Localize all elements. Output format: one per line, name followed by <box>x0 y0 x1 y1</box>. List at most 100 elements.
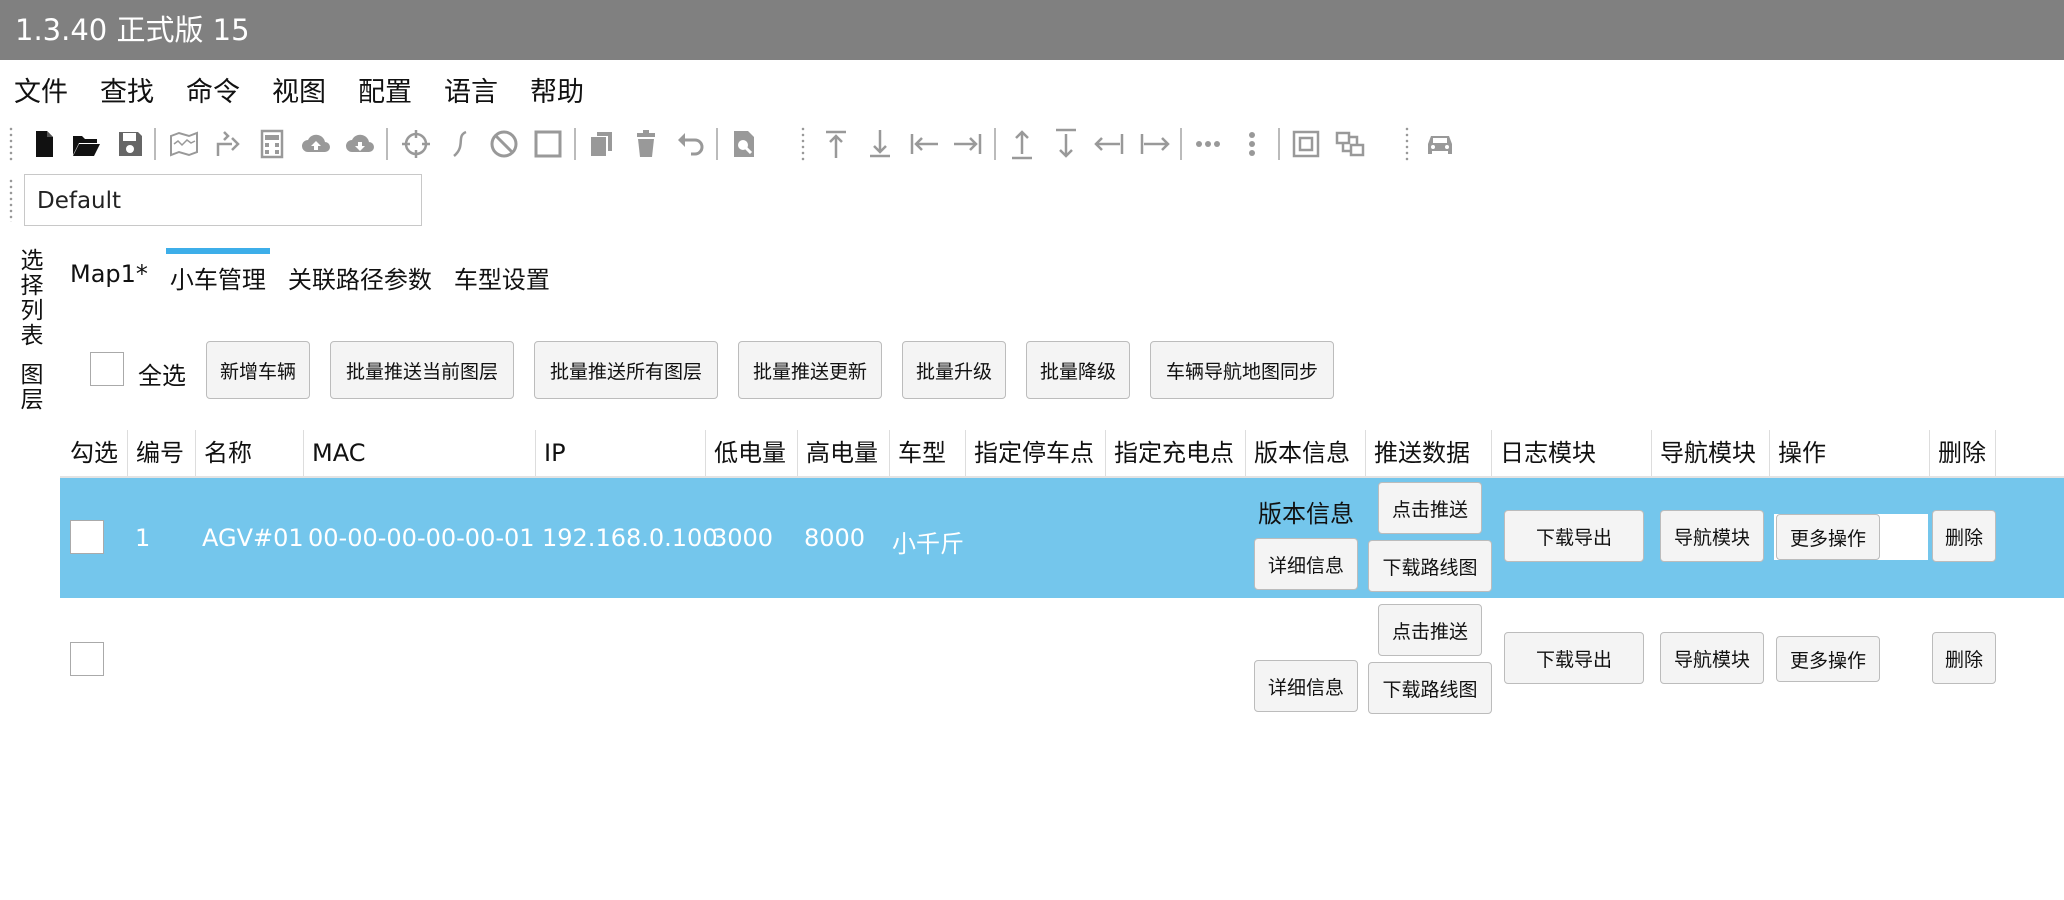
menu-file[interactable]: 文件 <box>14 70 68 109</box>
menu-find[interactable]: 查找 <box>100 70 154 109</box>
row-name: AGV#01 <box>202 524 304 552</box>
delete-row-button[interactable]: 删除 <box>1932 510 1996 562</box>
column-header-high-battery[interactable]: 高电量 <box>798 430 890 476</box>
menu-help[interactable]: 帮助 <box>530 70 584 109</box>
toolbar-separator <box>1278 128 1280 160</box>
batch-push-all-layers-button[interactable]: 批量推送所有图层 <box>534 341 718 399</box>
distribute-left-icon[interactable] <box>1092 122 1128 166</box>
nav-module-button[interactable]: 导航模块 <box>1660 632 1764 684</box>
menu-language[interactable]: 语言 <box>444 70 498 109</box>
save-icon[interactable] <box>112 122 148 166</box>
column-header-mac[interactable]: MAC <box>304 430 536 476</box>
column-header-vehicle-type[interactable]: 车型 <box>890 430 966 476</box>
row-checkbox[interactable] <box>70 642 104 676</box>
select-all-label: 全选 <box>138 362 186 390</box>
column-header-delete[interactable]: 删除 <box>1930 430 1996 476</box>
tab-map1[interactable]: Map1* <box>70 248 148 298</box>
export-log-button[interactable]: 下载导出 <box>1504 510 1644 562</box>
square-icon[interactable] <box>530 122 566 166</box>
more-horizontal-icon[interactable] <box>1190 122 1226 166</box>
side-tab-layers[interactable]: 图层 <box>12 362 46 412</box>
batch-upgrade-button[interactable]: 批量升级 <box>902 341 1006 399</box>
forbidden-icon[interactable] <box>486 122 522 166</box>
export-log-button[interactable]: 下载导出 <box>1504 632 1644 684</box>
push-button[interactable]: 点击推送 <box>1378 604 1482 656</box>
toolbar-grip[interactable] <box>800 126 806 162</box>
undo-icon[interactable] <box>672 122 708 166</box>
copy-icon[interactable] <box>584 122 620 166</box>
column-header-version[interactable]: 版本信息 <box>1246 430 1366 476</box>
main-toolbar <box>0 122 1480 166</box>
distribute-up-icon[interactable] <box>1004 122 1040 166</box>
column-header-id[interactable]: 编号 <box>128 430 196 476</box>
side-tab-select-list[interactable]: 选择列表 <box>12 248 46 348</box>
column-header-actions[interactable]: 操作 <box>1770 430 1930 476</box>
cloud-download-icon[interactable] <box>342 122 378 166</box>
menu-command[interactable]: 命令 <box>186 70 240 109</box>
window-title-bar: 1.3.40 正式版 15 <box>0 0 2064 60</box>
fit-view-icon[interactable] <box>1288 122 1324 166</box>
distribute-down-icon[interactable] <box>1048 122 1084 166</box>
group-icon[interactable] <box>1332 122 1368 166</box>
download-route-button[interactable]: 下载路线图 <box>1368 540 1492 592</box>
row-high-battery: 8000 <box>804 524 866 552</box>
row-low-battery: 3000 <box>712 524 774 552</box>
column-header-charge-point[interactable]: 指定充电点 <box>1106 430 1246 476</box>
calculator-icon[interactable] <box>254 122 290 166</box>
add-vehicle-button[interactable]: 新增车辆 <box>206 341 310 399</box>
more-vertical-icon[interactable] <box>1234 122 1270 166</box>
column-header-ip[interactable]: IP <box>536 430 706 476</box>
cloud-upload-icon[interactable] <box>298 122 334 166</box>
delete-row-button[interactable]: 删除 <box>1932 632 1996 684</box>
tab-path-params[interactable]: 关联路径参数 <box>288 248 432 298</box>
menu-config[interactable]: 配置 <box>358 70 412 109</box>
column-header-push-data[interactable]: 推送数据 <box>1366 430 1492 476</box>
column-header-nav-module[interactable]: 导航模块 <box>1652 430 1770 476</box>
align-right-icon[interactable] <box>950 122 986 166</box>
column-header-park-point[interactable]: 指定停车点 <box>966 430 1106 476</box>
align-bottom-icon[interactable] <box>862 122 898 166</box>
more-actions-button[interactable]: 更多操作 <box>1776 514 1880 560</box>
download-route-button[interactable]: 下载路线图 <box>1368 662 1492 714</box>
toolbar-grip[interactable] <box>8 126 14 162</box>
distribute-right-icon[interactable] <box>1136 122 1172 166</box>
curve-icon[interactable] <box>442 122 478 166</box>
align-left-icon[interactable] <box>906 122 942 166</box>
row-mac: 00-00-00-00-00-01 <box>308 524 535 552</box>
batch-push-update-button[interactable]: 批量推送更新 <box>738 341 882 399</box>
row-version-info: 版本信息 <box>1258 500 1354 528</box>
row-checkbox[interactable] <box>70 520 104 554</box>
batch-downgrade-button[interactable]: 批量降级 <box>1026 341 1130 399</box>
route-icon[interactable] <box>210 122 246 166</box>
toolbar-grip[interactable] <box>1404 126 1410 162</box>
delete-icon[interactable] <box>628 122 664 166</box>
column-header-name[interactable]: 名称 <box>196 430 304 476</box>
layer-select[interactable]: Default <box>24 174 422 226</box>
detail-info-button[interactable]: 详细信息 <box>1254 660 1358 712</box>
tab-vehicle-management[interactable]: 小车管理 <box>165 248 270 298</box>
open-folder-icon[interactable] <box>68 122 104 166</box>
sync-nav-map-button[interactable]: 车辆导航地图同步 <box>1150 341 1334 399</box>
menu-view[interactable]: 视图 <box>272 70 326 109</box>
map-icon[interactable] <box>166 122 202 166</box>
new-file-icon[interactable] <box>26 122 62 166</box>
batch-push-current-layer-button[interactable]: 批量推送当前图层 <box>330 341 514 399</box>
align-top-icon[interactable] <box>818 122 854 166</box>
toolbar-separator <box>994 128 996 160</box>
column-header-check[interactable]: 勾选 <box>62 430 128 476</box>
search-doc-icon[interactable] <box>726 122 762 166</box>
detail-info-button[interactable]: 详细信息 <box>1254 538 1358 590</box>
nav-module-button[interactable]: 导航模块 <box>1660 510 1764 562</box>
window-title: 1.3.40 正式版 15 <box>15 13 250 47</box>
tab-vehicle-type[interactable]: 车型设置 <box>454 248 550 298</box>
push-button[interactable]: 点击推送 <box>1378 482 1482 534</box>
column-header-log-module[interactable]: 日志模块 <box>1492 430 1652 476</box>
car-icon[interactable] <box>1422 122 1458 166</box>
select-all-checkbox[interactable] <box>90 352 124 386</box>
more-actions-button[interactable]: 更多操作 <box>1776 636 1880 682</box>
combo-grip[interactable] <box>8 178 14 222</box>
target-icon[interactable] <box>398 122 434 166</box>
column-header-low-battery[interactable]: 低电量 <box>706 430 798 476</box>
toolbar-separator <box>574 128 576 160</box>
toolbar-separator <box>386 128 388 160</box>
